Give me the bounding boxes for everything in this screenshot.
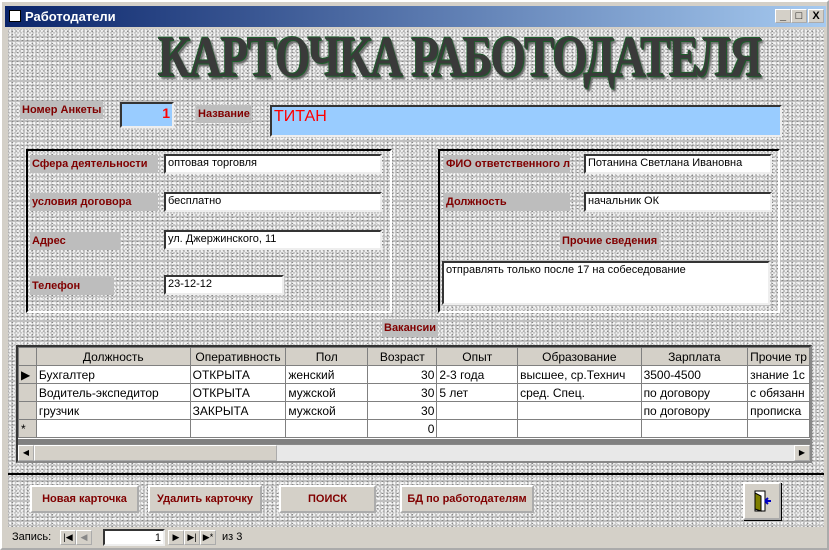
- cell[interactable]: [35, 419, 191, 438]
- cell[interactable]: [747, 419, 810, 438]
- cell[interactable]: ОТКРЫТА: [189, 365, 287, 384]
- employers-db-button[interactable]: БД по работодателям: [400, 485, 534, 513]
- new-record-icon[interactable]: *: [18, 419, 37, 438]
- vacancies-label: Вакансии: [382, 319, 438, 337]
- fio-label: ФИО ответственного л: [444, 155, 570, 173]
- cell[interactable]: [436, 419, 519, 438]
- address-label: Адрес: [30, 232, 120, 250]
- cell[interactable]: [285, 419, 369, 438]
- first-record-button[interactable]: |◀: [60, 530, 76, 545]
- cell[interactable]: по договору: [640, 401, 749, 420]
- next-record-button[interactable]: ▶: [168, 530, 184, 545]
- record-label: Запись:: [12, 531, 52, 543]
- cell[interactable]: 30: [367, 383, 438, 402]
- form-icon: [9, 10, 21, 22]
- name-label: Название: [196, 105, 252, 123]
- window: Работодатели _ □ X КАРТОЧКА РАБОТОДАТЕЛЯ…: [0, 0, 829, 550]
- prev-record-button[interactable]: ◀: [76, 530, 92, 545]
- cell[interactable]: с обязанн: [747, 383, 810, 402]
- cell[interactable]: [640, 419, 749, 438]
- cell[interactable]: по договору: [640, 383, 749, 402]
- record-navigator: Запись: |◀ ◀ 1 ▶ ▶| ▶* из 3: [8, 528, 824, 548]
- fio-field[interactable]: Потанина Светлана Ивановна: [584, 154, 772, 174]
- header-row: Должность Оперативность Пол Возраст Опыт…: [18, 347, 810, 366]
- minimize-button[interactable]: _: [775, 9, 791, 23]
- vacancies-table: Должность Оперативность Пол Возраст Опыт…: [18, 347, 810, 438]
- cell[interactable]: ОТКРЫТА: [189, 383, 287, 402]
- window-title: Работодатели: [25, 9, 116, 24]
- other-info-label: Прочие сведения: [560, 232, 660, 250]
- terms-label: условия договора: [30, 193, 158, 211]
- column-header[interactable]: Опыт: [436, 347, 519, 366]
- number-label: Номер Анкеты: [20, 101, 104, 119]
- scroll-thumb[interactable]: [34, 445, 277, 461]
- cell[interactable]: [189, 419, 287, 438]
- cell[interactable]: знание 1с: [747, 365, 810, 384]
- position-label: Должность: [444, 193, 570, 211]
- last-record-button[interactable]: ▶|: [184, 530, 200, 545]
- column-header[interactable]: Пол: [285, 347, 369, 366]
- phone-label: Телефон: [30, 277, 114, 295]
- cell[interactable]: 0: [367, 419, 438, 438]
- cell[interactable]: сред. Спец.: [517, 383, 642, 402]
- column-header[interactable]: Прочие тр: [747, 347, 810, 366]
- record-number-field[interactable]: 1: [103, 529, 165, 546]
- name-field[interactable]: ТИТАН: [270, 105, 782, 137]
- cell[interactable]: [517, 401, 642, 420]
- scroll-left-icon[interactable]: ◀: [18, 445, 34, 461]
- cell[interactable]: 3500-4500: [640, 365, 749, 384]
- divider: [8, 473, 824, 475]
- corner-cell: [18, 347, 37, 366]
- cell[interactable]: прописка: [747, 401, 810, 420]
- row-selector[interactable]: [18, 401, 37, 420]
- cell[interactable]: [436, 401, 519, 420]
- cell[interactable]: [517, 419, 642, 438]
- new-record-row[interactable]: * 0: [18, 419, 810, 438]
- cell[interactable]: женский: [285, 365, 369, 384]
- vacancies-grid[interactable]: Должность Оперативность Пол Возраст Опыт…: [16, 345, 812, 463]
- number-field[interactable]: 1: [120, 102, 174, 128]
- close-button[interactable]: X: [808, 9, 824, 23]
- sphere-field[interactable]: оптовая торговля: [164, 154, 382, 174]
- maximize-button[interactable]: □: [791, 9, 807, 23]
- cell[interactable]: Бухгалтер: [35, 365, 191, 384]
- cell[interactable]: 2-3 года: [436, 365, 519, 384]
- new-card-button[interactable]: Новая карточка: [30, 485, 139, 513]
- row-selector[interactable]: [18, 383, 37, 402]
- other-info-field[interactable]: отправлять только после 17 на собеседова…: [442, 261, 770, 305]
- scroll-right-icon[interactable]: ▶: [794, 445, 810, 461]
- delete-card-button[interactable]: Удалить карточку: [148, 485, 262, 513]
- search-button[interactable]: ПОИСК: [279, 485, 376, 513]
- table-row[interactable]: грузчик ЗАКРЫТА мужской 30 по договору п…: [18, 401, 810, 420]
- record-count: из 3: [222, 531, 243, 543]
- current-record-icon[interactable]: ▶: [18, 365, 37, 384]
- phone-field[interactable]: 23-12-12: [164, 275, 284, 295]
- exit-door-icon: [754, 490, 771, 512]
- form-body: КАРТОЧКА РАБОТОДАТЕЛЯ Номер Анкеты 1 Наз…: [8, 24, 824, 527]
- cell[interactable]: ЗАКРЫТА: [189, 401, 287, 420]
- cell[interactable]: высшее, ср.Технич: [517, 365, 642, 384]
- cell[interactable]: мужской: [285, 401, 369, 420]
- cell[interactable]: грузчик: [35, 401, 191, 420]
- column-header[interactable]: Должность: [35, 347, 191, 366]
- cell[interactable]: 30: [367, 365, 438, 384]
- column-header[interactable]: Оперативность: [189, 347, 287, 366]
- horizontal-scrollbar[interactable]: ◀ ▶: [18, 444, 810, 461]
- position-field[interactable]: начальник ОК: [584, 192, 772, 212]
- cell[interactable]: 5 лет: [436, 383, 519, 402]
- column-header[interactable]: Образование: [517, 347, 642, 366]
- cell[interactable]: 30: [367, 401, 438, 420]
- form-heading-wordart: КАРТОЧКА РАБОТОДАТЕЛЯ: [158, 24, 762, 89]
- table-row[interactable]: Водитель-экспедитор ОТКРЫТА мужской 30 5…: [18, 383, 810, 402]
- column-header[interactable]: Зарплата: [640, 347, 749, 366]
- column-header[interactable]: Возраст: [367, 347, 438, 366]
- cell[interactable]: мужской: [285, 383, 369, 402]
- terms-field[interactable]: бесплатно: [164, 192, 382, 212]
- new-record-button[interactable]: ▶*: [200, 530, 216, 545]
- sphere-label: Сфера деятельности: [30, 155, 158, 173]
- cell[interactable]: Водитель-экспедитор: [35, 383, 191, 402]
- address-field[interactable]: ул. Джержинского, 11: [164, 230, 382, 250]
- exit-button[interactable]: [743, 482, 781, 520]
- table-row[interactable]: ▶ Бухгалтер ОТКРЫТА женский 30 2-3 года …: [18, 365, 810, 384]
